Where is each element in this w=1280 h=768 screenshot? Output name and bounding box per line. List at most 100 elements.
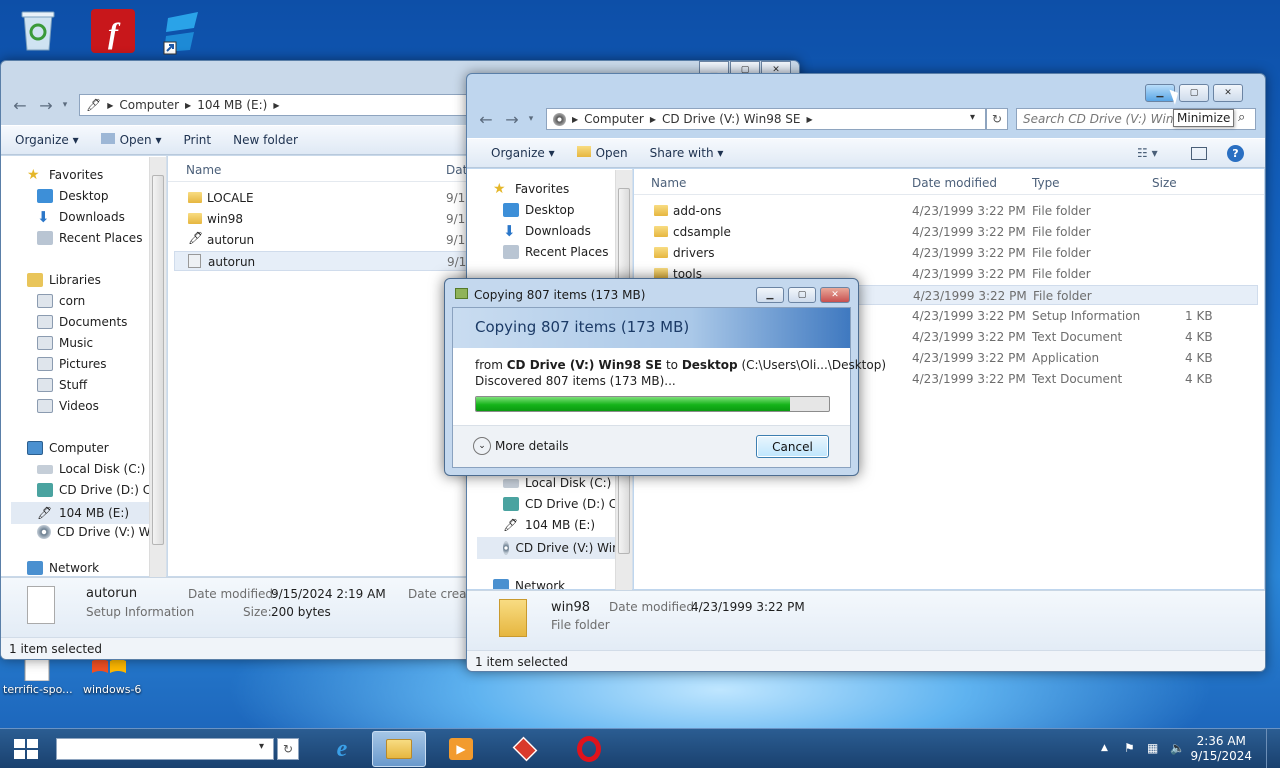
recycle-bin-icon[interactable] — [14, 6, 62, 54]
nav-usb-drive[interactable]: 🖊 104 MB (E:) — [503, 518, 595, 532]
breadcrumb-computer[interactable]: Computer — [584, 112, 644, 126]
dropdown-arrow-icon[interactable]: ▾ — [259, 741, 264, 752]
close-button[interactable]: ✕ — [820, 287, 850, 303]
organize-button[interactable]: Organize ▾ — [15, 133, 79, 147]
nav-videos[interactable]: Videos — [37, 399, 99, 413]
taskbar-app[interactable] — [498, 731, 552, 767]
address-dropdown-icon[interactable]: ▾ — [970, 112, 975, 123]
nav-corn[interactable]: corn — [37, 294, 85, 308]
nav-scrollbar[interactable] — [149, 157, 166, 577]
refresh-icon[interactable]: ↻ — [277, 738, 299, 760]
copy-progress-dialog[interactable]: Copying 807 items (173 MB) ▁ ▢ ✕ Copying… — [444, 278, 886, 476]
view-options-icon[interactable]: ☷ ▾ — [1137, 146, 1158, 160]
search-icon[interactable]: ⌕ — [1238, 110, 1245, 125]
nav-network[interactable]: Network — [27, 561, 99, 575]
folder-icon — [654, 247, 668, 258]
flash-icon[interactable]: f — [90, 8, 138, 56]
nav-stuff[interactable]: Stuff — [37, 378, 87, 392]
file-row[interactable]: cdsample 4/23/1999 3:22 PM File folder — [640, 222, 1258, 242]
minimize-button[interactable]: ▁ — [756, 287, 784, 303]
cd-icon — [37, 525, 51, 539]
recent-pages-icon[interactable]: ▾ — [525, 114, 537, 124]
show-desktop-button[interactable] — [1266, 729, 1280, 768]
taskbar-internet-explorer[interactable]: e — [315, 731, 369, 767]
taskbar-opera[interactable] — [562, 731, 616, 767]
file-row[interactable]: add-ons 4/23/1999 3:22 PM File folder — [640, 201, 1258, 221]
nav-network[interactable]: Network — [493, 579, 565, 589]
nav-local-disk[interactable]: Local Disk (C:) — [37, 462, 145, 476]
system-clock[interactable]: 2:36 AM 9/15/2024 — [1190, 734, 1252, 764]
navigation-pane[interactable]: ★ Favorites Desktop ⬇ Downloads Recent Pla… — [1, 156, 167, 576]
address-bar[interactable]: 🖊 ▶ Computer ▶ 104 MB (E:) ▶ — [79, 94, 489, 116]
open-button[interactable]: Open ▾ — [100, 133, 162, 147]
file-row[interactable]: win98 9/15 — [174, 209, 482, 229]
refresh-icon[interactable]: ↻ — [986, 108, 1008, 130]
nav-desktop[interactable]: Desktop — [503, 203, 575, 217]
file-row[interactable]: 🖊 autorun 9/15 — [174, 230, 482, 250]
file-row-selected[interactable]: autorun 9/15 — [174, 251, 482, 271]
recent-pages-icon[interactable]: ▾ — [59, 100, 71, 110]
column-date-modified[interactable]: Date modified — [912, 176, 997, 190]
maximize-button[interactable]: ▢ — [1179, 84, 1209, 102]
forward-arrow-icon[interactable]: → — [33, 96, 59, 115]
nav-cd-drive-d[interactable]: CD Drive (D:) CC( — [503, 497, 630, 511]
nav-recent-places[interactable]: Recent Places — [37, 231, 142, 245]
cancel-button[interactable]: Cancel — [756, 435, 829, 458]
help-icon[interactable]: ? — [1227, 144, 1244, 162]
library-icon — [37, 294, 53, 308]
share-with-button[interactable]: Share with ▾ — [650, 146, 724, 160]
address-bar[interactable]: ▶ Computer ▶ CD Drive (V:) Win98 SE ▶ — [546, 108, 986, 130]
organize-button[interactable]: Organize ▾ — [491, 146, 555, 160]
nav-cd-drive-v[interactable]: CD Drive (V:) Wir — [477, 537, 617, 559]
file-list[interactable]: Name Date LOCALE 9/15 win98 9/15 🖊 autorun 9… — [168, 156, 488, 576]
nav-computer[interactable]: Computer — [27, 441, 109, 455]
nav-desktop[interactable]: Desktop — [37, 189, 109, 203]
column-size[interactable]: Size — [1152, 176, 1177, 190]
cd-drive-icon — [37, 483, 53, 497]
new-folder-button[interactable]: New folder — [233, 133, 298, 147]
print-button[interactable]: Print — [184, 133, 212, 147]
nav-usb-drive[interactable]: 🖊 104 MB (E:) — [11, 502, 151, 524]
more-details-toggle[interactable]: ⌄ More details — [473, 437, 569, 455]
back-arrow-icon[interactable]: ← — [473, 110, 499, 129]
volume-icon[interactable]: 🔈 — [1170, 741, 1185, 755]
back-arrow-icon[interactable]: ← — [7, 96, 33, 115]
maximize-button[interactable]: ▢ — [788, 287, 816, 303]
breadcrumb-drive[interactable]: CD Drive (V:) Win98 SE — [662, 112, 801, 126]
nav-favorites[interactable]: ★ Favorites — [27, 168, 103, 182]
action-center-icon[interactable]: ⚑ — [1124, 741, 1135, 755]
start-button[interactable] — [6, 733, 46, 765]
nav-downloads[interactable]: ⬇ Downloads — [503, 224, 591, 239]
taskbar-media-player[interactable]: ▶ — [434, 731, 488, 767]
network-status-icon[interactable]: ▦ — [1147, 741, 1158, 755]
nav-favorites[interactable]: ★ Favorites — [493, 182, 569, 196]
nav-libraries[interactable]: Libraries — [27, 273, 101, 287]
nav-downloads[interactable]: ⬇ Downloads — [37, 210, 125, 225]
nav-pictures[interactable]: Pictures — [37, 357, 107, 371]
shortcut-icon[interactable] — [162, 8, 210, 56]
nav-local-disk[interactable]: Local Disk (C:) — [503, 476, 611, 490]
close-button[interactable]: ✕ — [1213, 84, 1243, 102]
taskbar-address-input[interactable] — [56, 738, 274, 760]
column-name[interactable]: Name — [651, 176, 686, 190]
file-row[interactable]: LOCALE 9/15 — [174, 188, 482, 208]
scroll-thumb[interactable] — [152, 175, 164, 545]
show-hidden-icons[interactable]: ▲ — [1101, 743, 1108, 753]
nav-recent-places[interactable]: Recent Places — [503, 245, 608, 259]
nav-cd-drive-d[interactable]: CD Drive (D:) CC( — [37, 483, 164, 497]
desktop-label-2[interactable]: windows-6 — [83, 683, 141, 696]
title-bar[interactable]: ▁ ▢ ✕ — [467, 74, 1265, 104]
nav-documents[interactable]: Documents — [37, 315, 127, 329]
open-button[interactable]: Open — [576, 146, 628, 160]
taskbar-file-explorer[interactable] — [372, 731, 426, 767]
nav-cd-drive-v[interactable]: CD Drive (V:) Wir — [37, 525, 159, 539]
desktop-label-1[interactable]: terrific-spo... — [3, 683, 73, 696]
breadcrumb-computer[interactable]: Computer — [119, 98, 179, 112]
breadcrumb-drive[interactable]: 104 MB (E:) — [197, 98, 267, 112]
nav-music[interactable]: Music — [37, 336, 93, 350]
column-name[interactable]: Name — [186, 163, 221, 177]
preview-pane-icon[interactable] — [1191, 146, 1207, 160]
forward-arrow-icon[interactable]: → — [499, 110, 525, 129]
column-type[interactable]: Type — [1032, 176, 1060, 190]
file-row[interactable]: drivers 4/23/1999 3:22 PM File folder — [640, 243, 1258, 263]
